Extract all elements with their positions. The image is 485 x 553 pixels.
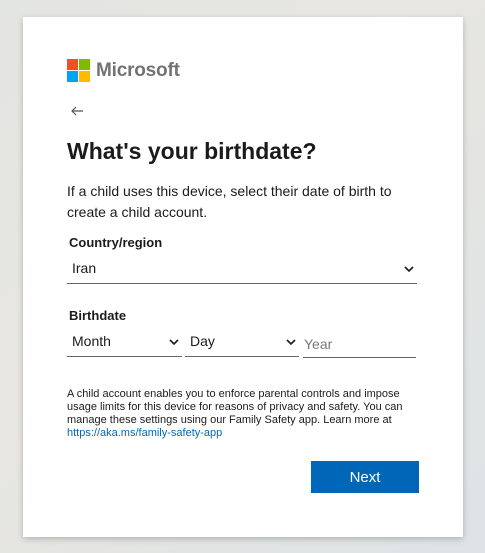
note-text: A child account enables you to enforce p… <box>67 388 403 426</box>
day-select[interactable]: Day <box>185 330 299 357</box>
day-selected-value: Day <box>190 333 215 349</box>
page-description: If a child uses this device, select thei… <box>67 183 392 220</box>
brand-name: Microsoft <box>96 59 180 81</box>
page-title: What's your birthdate? <box>67 138 317 164</box>
microsoft-logo: Microsoft <box>67 59 180 82</box>
country-select[interactable]: Iran <box>67 257 417 284</box>
microsoft-logo-icon <box>67 59 90 82</box>
chevron-down-icon <box>404 266 414 273</box>
child-account-note: A child account enables you to enforce p… <box>67 388 407 440</box>
arrow-left-icon <box>71 106 83 116</box>
family-safety-link[interactable]: https://aka.ms/family-safety-app <box>67 427 222 439</box>
next-button[interactable]: Next <box>311 461 419 493</box>
birthdate-label: Birthdate <box>69 308 127 323</box>
country-label: Country/region <box>69 235 163 250</box>
month-select[interactable]: Month <box>67 330 182 357</box>
year-input[interactable] <box>303 330 416 358</box>
back-button[interactable] <box>69 103 85 119</box>
chevron-down-icon <box>286 339 296 346</box>
signin-card: Microsoft What's your birthdate? If a ch… <box>23 17 463 537</box>
chevron-down-icon <box>169 339 179 346</box>
country-selected-value: Iran <box>72 260 97 276</box>
month-selected-value: Month <box>72 333 111 349</box>
